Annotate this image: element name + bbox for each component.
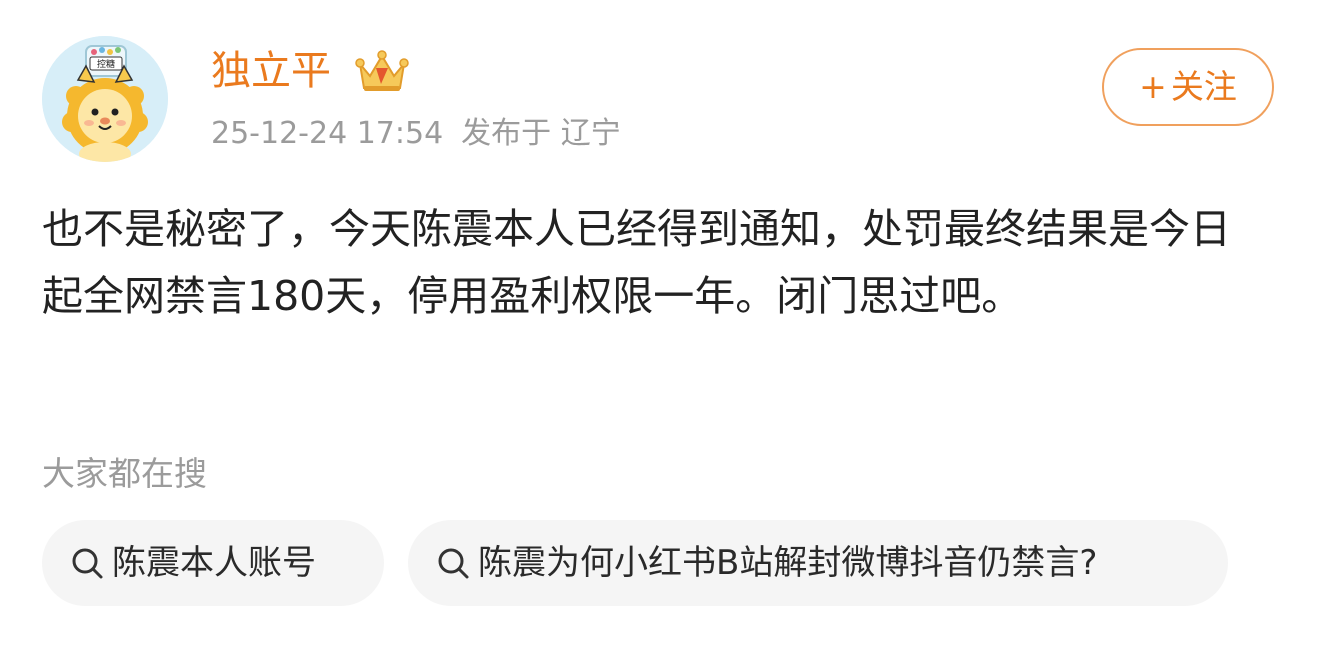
post-content: 也不是秘密了，今天陈震本人已经得到通知，处罚最终结果是今日起全网禁言180天，停… — [42, 205, 1231, 320]
author-name[interactable]: 独立平 — [211, 44, 331, 98]
avatar[interactable]: 控糖 — [42, 36, 168, 162]
vip-crown-icon — [355, 50, 409, 91]
avatar-badge-text: 控糖 — [97, 58, 115, 70]
follow-button-label: 关注 — [1170, 67, 1237, 106]
related-search-chip[interactable]: 陈震本人账号 — [42, 520, 384, 606]
post-location: 发布于 辽宁 — [461, 116, 621, 151]
related-search-chip[interactable]: 陈震为何小红书B站解封微博抖音仍禁言? — [408, 520, 1228, 606]
search-icon — [438, 548, 469, 579]
lion-avatar-icon: 控糖 — [42, 36, 168, 162]
related-searches-title: 大家都在搜 — [42, 454, 207, 493]
related-search-label: 陈震为何小红书B站解封微博抖音仍禁言? — [478, 543, 1098, 583]
related-search-label: 陈震本人账号 — [112, 543, 316, 583]
weibo-post-card: 控糖 独立平 25-12-24 17:54 发布于 辽宁 + 关注 也不是秘密了… — [0, 0, 1320, 647]
follow-button[interactable]: + 关注 — [1102, 48, 1274, 126]
search-icon — [72, 548, 103, 579]
post-meta: 25-12-24 17:54 发布于 辽宁 — [211, 112, 621, 156]
post-timestamp: 25-12-24 17:54 — [211, 116, 444, 151]
plus-icon: + — [1139, 67, 1167, 106]
